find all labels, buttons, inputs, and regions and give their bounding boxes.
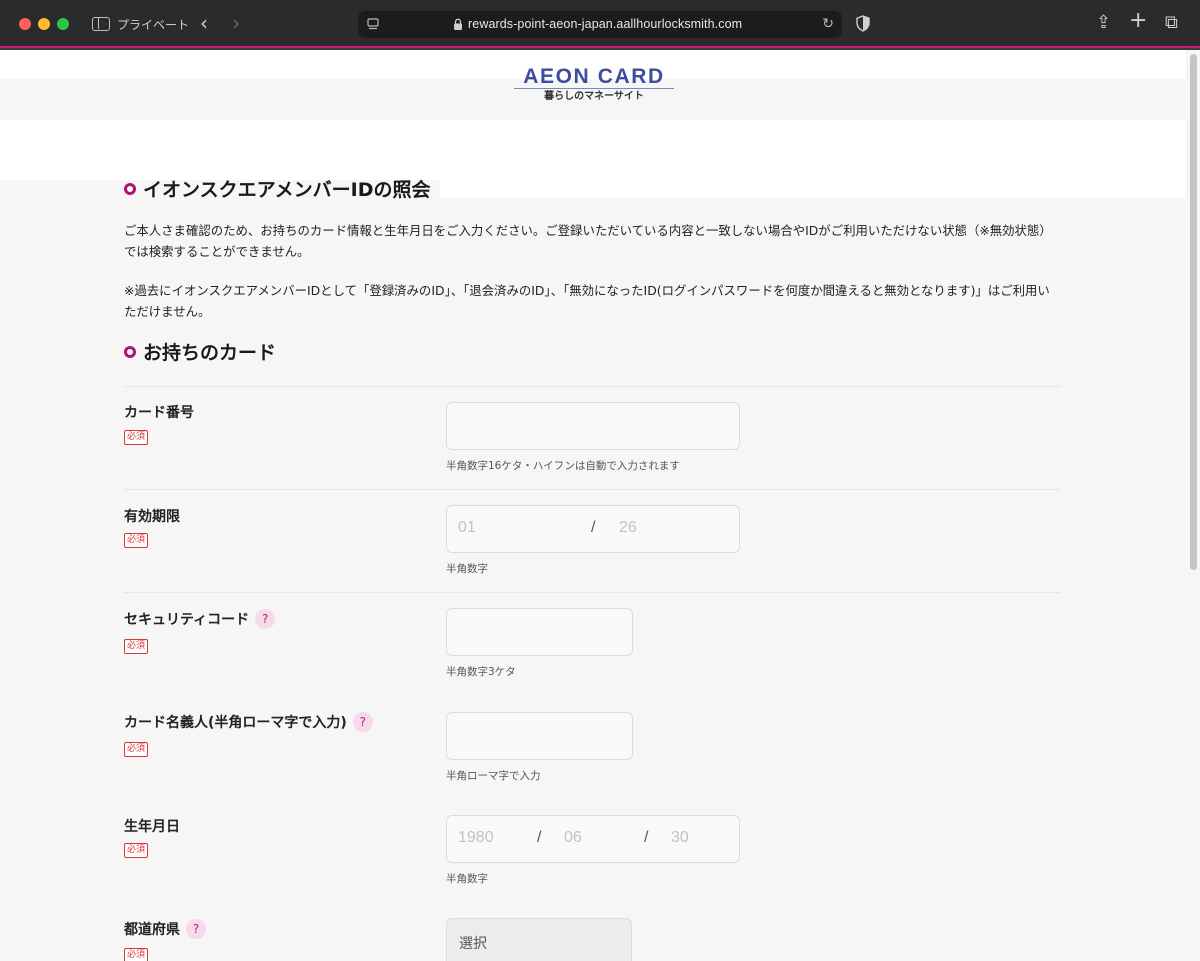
card-number-hint: 半角数字16ケタ・ハイフンは自動で入力されます	[446, 460, 680, 472]
reload-icon[interactable]: ↻	[822, 16, 834, 32]
back-button[interactable]: ‹	[200, 12, 208, 34]
aeon-card-logo[interactable]: AEON CARD 暮らしのマネーサイト	[514, 66, 674, 106]
prefecture-select[interactable]: 選択	[446, 918, 632, 961]
expiry-input[interactable]: 01 / 26	[446, 505, 740, 553]
privacy-shield-icon[interactable]	[856, 15, 870, 32]
birth-day-placeholder: 30	[671, 829, 689, 846]
cardholder-label: カード名義人(半角ローマ字で入力) ?	[124, 712, 373, 732]
birthdate-input[interactable]: 1980 / 06 / 30	[446, 815, 740, 863]
lock-icon	[454, 18, 462, 30]
prefecture-label-text: 都道府県	[124, 922, 180, 938]
address-bar[interactable]: rewards-point-aeon-japan.aallhourlocksmi…	[358, 11, 842, 38]
divider	[124, 386, 1061, 387]
share-icon[interactable]: ⇪	[1096, 13, 1111, 33]
security-code-label: セキュリティコード ?	[124, 609, 276, 629]
notice-paragraph: ※過去にイオンスクエアメンバーIDとして「登録済みのID」、「退会済みのID」、…	[124, 283, 1050, 319]
birthdate-label: 生年月日	[124, 819, 180, 835]
required-badge: 必須	[124, 639, 149, 654]
help-icon[interactable]: ?	[186, 919, 206, 939]
page-menu-icon[interactable]	[367, 18, 379, 30]
zoom-window-button[interactable]	[57, 18, 69, 30]
page-viewport: AEON CARD 暮らしのマネーサイト イオンスクエアメンバーIDの照会 ご本…	[0, 50, 1200, 961]
required-badge: 必須	[124, 742, 149, 757]
cardholder-hint: 半角ローマ字で入力	[446, 770, 541, 782]
tab-overview-icon[interactable]: ⧉	[1165, 13, 1178, 33]
intro-paragraph: ご本人さま確認のため、お持ちのカード情報と生年月日をご入力ください。ご登録いただ…	[124, 223, 1052, 259]
cardholder-input[interactable]	[446, 712, 633, 760]
private-browsing-label: プライベート	[117, 18, 190, 32]
heading-bullet-icon	[124, 345, 136, 358]
section-title-cards: お持ちのカード	[124, 338, 276, 365]
security-code-hint: 半角数字3ケタ	[446, 666, 516, 678]
card-number-input[interactable]	[446, 402, 740, 450]
logo-wordmark: AEON CARD	[523, 65, 665, 88]
required-badge: 必須	[124, 533, 149, 548]
prefecture-selected-value: 選択	[459, 936, 487, 952]
card-number-label: カード番号	[124, 405, 194, 421]
birthdate-separator: /	[537, 829, 542, 846]
forward-button[interactable]: ›	[232, 12, 240, 34]
sidebar-toggle-icon[interactable]	[92, 17, 110, 31]
help-icon[interactable]: ?	[255, 609, 276, 629]
header-band-right	[440, 180, 1186, 198]
help-icon[interactable]: ?	[352, 712, 373, 732]
logo-tagline: 暮らしのマネーサイト	[544, 91, 644, 102]
birthdate-hint: 半角数字	[446, 873, 488, 885]
expiry-separator: /	[591, 519, 596, 536]
security-code-label-text: セキュリティコード	[124, 612, 250, 628]
section-title-text: イオンスクエアメンバーIDの照会	[143, 179, 431, 201]
section-title-text: お持ちのカード	[143, 342, 277, 364]
expiry-year-placeholder: 26	[619, 519, 637, 536]
divider	[124, 489, 1061, 490]
security-code-input[interactable]	[446, 608, 633, 656]
required-badge: 必須	[124, 948, 149, 961]
prefecture-label: 都道府県 ?	[124, 919, 206, 939]
heading-bullet-icon	[124, 182, 136, 195]
header-band-lower	[0, 120, 1186, 180]
required-badge: 必須	[124, 843, 149, 858]
logo-rule	[514, 88, 674, 89]
section-title-id-lookup: イオンスクエアメンバーIDの照会	[124, 175, 431, 202]
new-tab-icon[interactable]: +	[1129, 10, 1147, 32]
birthdate-separator: /	[644, 829, 649, 846]
browser-toolbar: プライベート ‹ › rewards-point-aeon-japan.aall…	[0, 0, 1200, 48]
expiry-hint: 半角数字	[446, 563, 488, 575]
birth-year-placeholder: 1980	[458, 829, 494, 846]
cardholder-label-text: カード名義人(半角ローマ字で入力)	[124, 715, 347, 731]
required-badge: 必須	[124, 430, 149, 445]
birth-month-placeholder: 06	[564, 829, 582, 846]
scrollbar-thumb[interactable]	[1190, 54, 1197, 570]
divider	[124, 592, 1061, 593]
close-window-button[interactable]	[19, 18, 31, 30]
expiry-label: 有効期限	[124, 509, 180, 525]
url-text: rewards-point-aeon-japan.aallhourlocksmi…	[468, 17, 743, 31]
expiry-month-placeholder: 01	[458, 519, 476, 536]
minimize-window-button[interactable]	[38, 18, 50, 30]
